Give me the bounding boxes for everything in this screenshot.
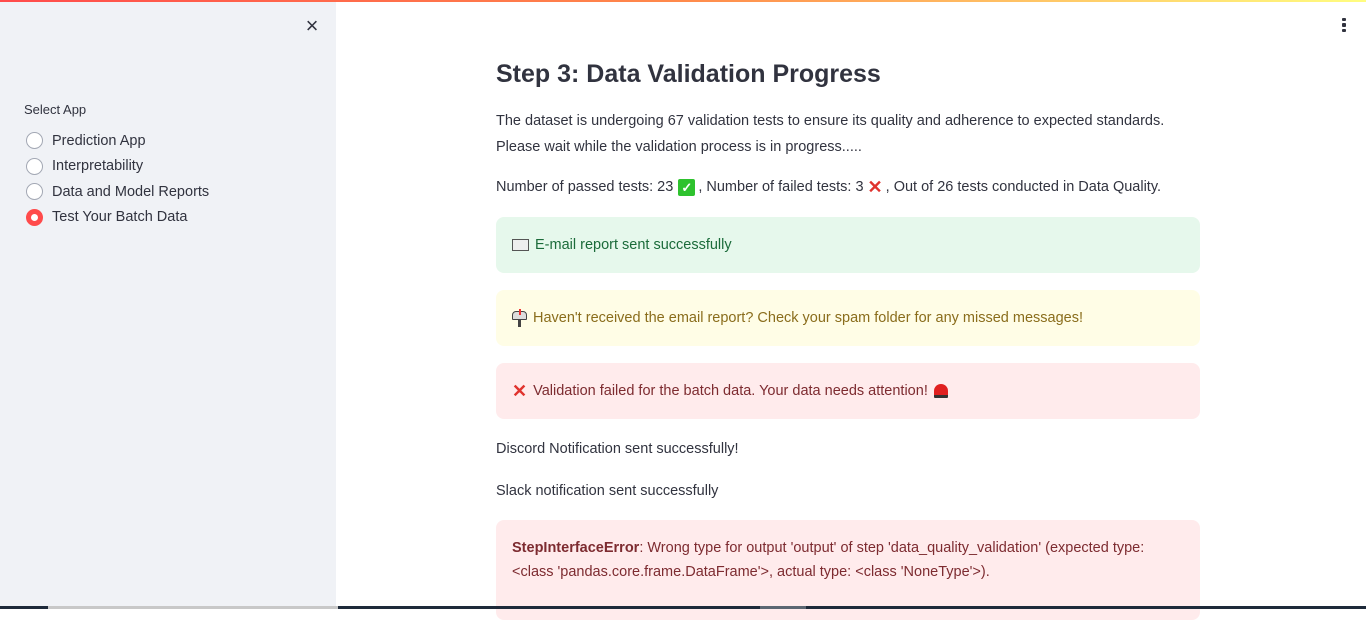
mailbox-icon [512,309,527,327]
cross-mark-icon: ✕ [512,380,528,401]
radio-label: Test Your Batch Data [52,209,188,226]
radio-data-and-model-reports[interactable]: Data and Model Reports [24,179,209,205]
main-menu-button[interactable] [1334,14,1354,36]
radio-circle-icon[interactable] [26,183,43,201]
radio-prediction-app[interactable]: Prediction App [24,128,209,154]
spam-warning-alert: Haven't received the email report? Check… [496,290,1200,346]
radio-label: Interpretability [52,158,144,175]
exception-box: StepInterfaceError: Wrong type for outpu… [496,520,1200,620]
close-icon: × [305,13,319,38]
select-app-label: Select App [24,102,87,117]
radio-circle-icon[interactable] [26,157,43,175]
check-mark-icon: ✓ [678,178,696,196]
close-sidebar-button[interactable]: × [300,14,324,38]
radio-label: Prediction App [52,132,146,149]
description-line-1: The dataset is undergoing 67 validation … [496,113,1165,129]
kebab-dot-icon [1342,17,1346,22]
alert-text: Haven't received the email report? Check… [533,310,1083,326]
alert-text: Validation failed for the batch data. Yo… [533,383,928,399]
radio-interpretability[interactable]: Interpretability [24,154,209,180]
slack-notification-text: Slack notification sent successfully [496,483,719,499]
top-decoration-bar [0,0,1366,2]
cross-mark-icon: ✕ [867,177,883,197]
sidebar: × Select App Prediction App Interpretabi… [0,0,336,606]
passed-count-text: Number of passed tests: 23 [496,179,674,195]
siren-icon [933,384,948,398]
page-title: Step 3: Data Validation Progress [496,60,881,88]
envelope-icon [512,239,529,251]
main-content: Step 3: Data Validation Progress The dat… [496,56,1200,620]
radio-test-your-batch-data[interactable]: Test Your Batch Data [24,205,209,231]
radio-label: Data and Model Reports [52,183,210,200]
discord-notification-text: Discord Notification sent successfully! [496,441,739,457]
description-line-2: Please wait while the validation process… [496,139,862,155]
validation-failed-alert: ✕ Validation failed for the batch data. … [496,363,1200,419]
test-counts: Number of passed tests: 23 ✓ , Number of… [496,174,1200,200]
kebab-dot-icon [1342,23,1346,27]
app-radio-group: Prediction App Interpretability Data and… [24,128,209,230]
radio-circle-icon[interactable] [26,132,43,150]
radio-checked-icon[interactable] [26,208,43,226]
alert-text: E-mail report sent successfully [535,237,732,253]
email-success-alert: E-mail report sent successfully [496,217,1200,273]
total-count-text: , Out of 26 tests conducted in Data Qual… [885,179,1162,195]
failed-count-text: , Number of failed tests: 3 [698,179,864,195]
exception-name: StepInterfaceError [512,540,640,556]
kebab-dot-icon [1342,28,1346,33]
